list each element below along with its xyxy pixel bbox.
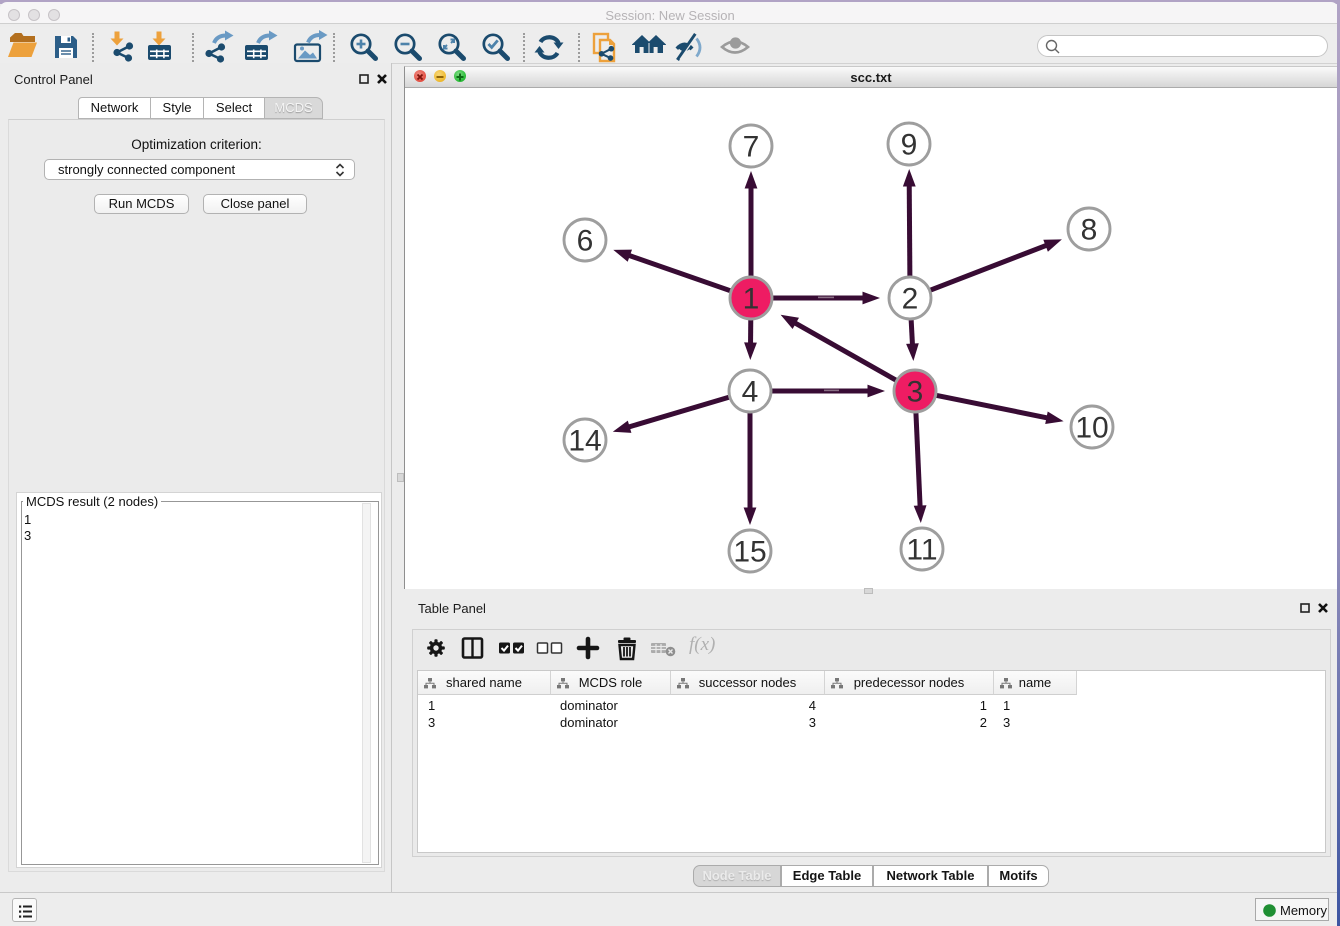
svg-text:15: 15: [733, 536, 766, 569]
svg-text:8: 8: [1081, 214, 1098, 247]
svg-text:2: 2: [902, 283, 919, 316]
svg-text:4: 4: [742, 376, 759, 409]
svg-text:9: 9: [901, 129, 918, 162]
svg-text:14: 14: [568, 425, 601, 458]
svg-text:1: 1: [743, 283, 760, 316]
svg-text:6: 6: [577, 225, 594, 258]
svg-text:7: 7: [743, 131, 760, 164]
svg-text:3: 3: [907, 376, 924, 409]
svg-text:11: 11: [906, 534, 937, 567]
svg-text:10: 10: [1075, 412, 1108, 445]
